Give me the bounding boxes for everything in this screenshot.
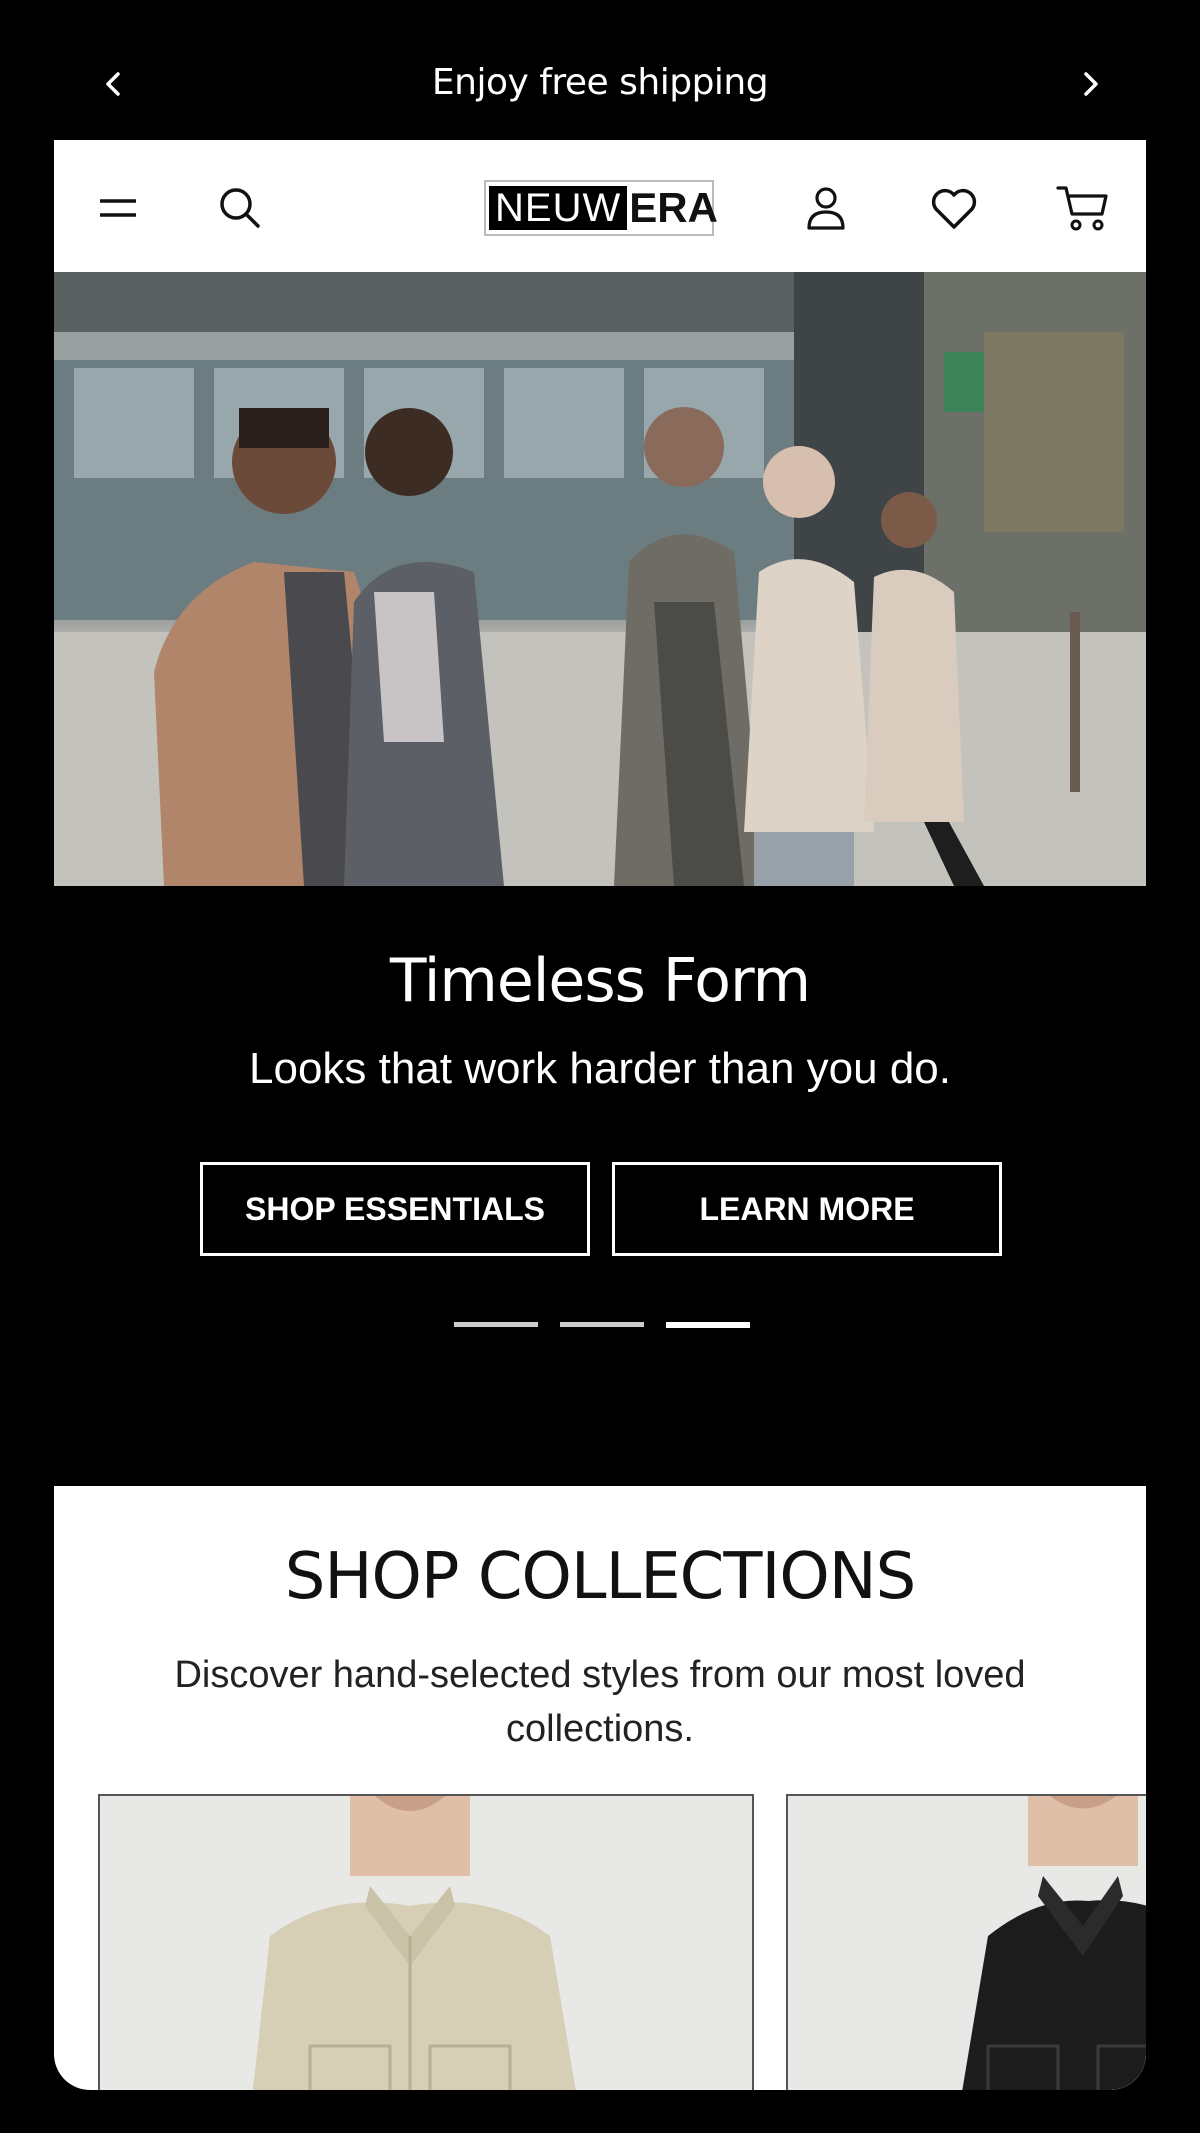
search-icon[interactable]: [212, 180, 268, 236]
carousel-dot-3[interactable]: [666, 1322, 750, 1328]
hero-title: Timeless Form: [389, 946, 811, 1016]
account-icon[interactable]: [798, 180, 854, 236]
collection-card-image: [100, 1796, 752, 2090]
carousel-indicators: [454, 1322, 750, 1328]
cart-icon[interactable]: [1054, 180, 1110, 236]
collection-card[interactable]: [786, 1794, 1146, 2090]
menu-icon[interactable]: [90, 180, 146, 236]
page-frame: NEUW ERA Timeless Form Looks that work h…: [54, 140, 1146, 2090]
site-header: NEUW ERA: [54, 140, 1146, 272]
logo-part-2: ERA: [629, 184, 718, 231]
carousel-dot-2[interactable]: [560, 1322, 644, 1327]
chevron-right-icon[interactable]: [1072, 66, 1108, 102]
announcement-text: Enjoy free shipping: [431, 62, 769, 103]
collections-description: Discover hand-selected styles from our m…: [174, 1654, 1026, 1750]
collections-title: SHOP COLLECTIONS: [284, 1540, 916, 1614]
learn-more-button[interactable]: LEARN MORE: [612, 1162, 1002, 1256]
brand-logo[interactable]: NEUW ERA: [484, 180, 718, 236]
announcement-bar: Enjoy free shipping: [0, 0, 1200, 140]
heart-icon[interactable]: [926, 180, 982, 236]
collection-card-image: [788, 1796, 1146, 2090]
collection-card[interactable]: [98, 1794, 754, 2090]
logo-part-1: NEUW: [489, 186, 628, 230]
hero-subtitle: Looks that work harder than you do.: [249, 1044, 951, 1093]
shop-essentials-button[interactable]: SHOP ESSENTIALS: [200, 1162, 590, 1256]
shop-collections-section: SHOP COLLECTIONS Discover hand-selected …: [54, 1486, 1146, 2090]
hero-image: [54, 272, 1146, 886]
carousel-dot-1[interactable]: [454, 1322, 538, 1327]
